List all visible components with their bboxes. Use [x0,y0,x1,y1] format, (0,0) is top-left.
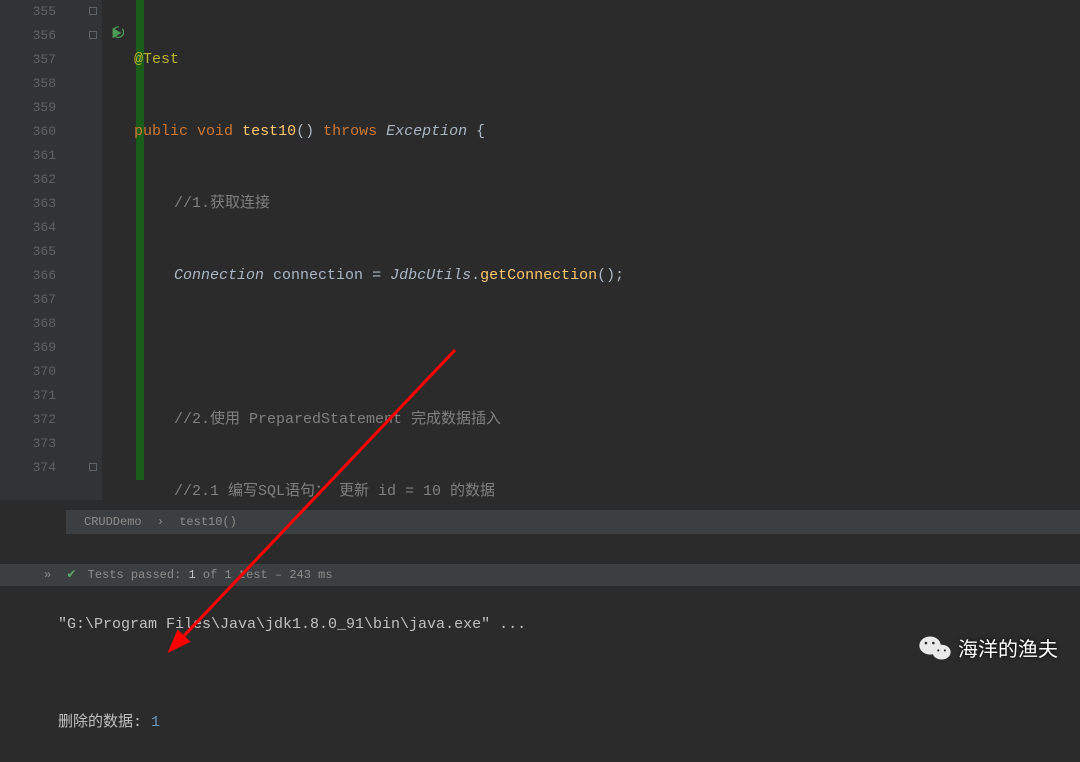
dash: – [275,568,282,582]
annotation: @Test [134,51,179,68]
line-number: 374 [0,456,56,480]
watermark: 海洋的渔夫 [918,633,1058,662]
line-number: 367 [0,288,56,312]
line-number: 363 [0,192,56,216]
type: Connection [174,267,264,284]
comment: //1.获取连接 [174,195,270,212]
class-ref: JdbcUtils [390,267,471,284]
keyword: public [134,123,188,140]
tests-time: 243 ms [289,568,332,582]
line-number: 356 [0,24,56,48]
line-number: 364 [0,216,56,240]
line-number: 359 [0,96,56,120]
code-area[interactable]: @Test public void test10() throws Except… [102,0,1080,500]
fold-marker[interactable] [89,31,97,39]
tests-passed-label: Tests passed: [88,568,182,582]
watermark-text: 海洋的渔夫 [958,633,1058,662]
comment: //2.使用 PreparedStatement 完成数据插入 [174,411,501,428]
test-status-bar: » ✔ Tests passed: 1 of 1 test – 243 ms [0,564,1080,586]
tests-total: of 1 test [203,568,268,582]
check-icon: ✔ [66,568,76,582]
line-number: 366 [0,264,56,288]
line-number: 365 [0,240,56,264]
variable: connection [273,267,363,284]
fold-gutter [86,0,100,500]
line-gutter: 355 356 357 358 359 360 361 362 363 364 … [0,0,66,500]
line-number: 369 [0,336,56,360]
fold-marker[interactable] [89,7,97,15]
breadcrumb-method[interactable]: test10() [179,515,237,529]
comment: //2.1 编写SQL语句： 更新 id = 10 的数据 [174,483,495,500]
method-name: test10 [242,123,296,140]
console-output-line: 删除的数据: 1 [58,710,1080,736]
breadcrumb-class[interactable]: CRUDDemo [84,515,142,529]
line-number: 357 [0,48,56,72]
line-number: 361 [0,144,56,168]
line-number: 368 [0,312,56,336]
tests-passed-count: 1 [189,568,196,582]
output-value: 1 [151,714,160,731]
line-number: 355 [0,0,56,24]
line-number: 358 [0,72,56,96]
line-number: 362 [0,168,56,192]
wechat-icon [918,634,952,662]
line-number: 370 [0,360,56,384]
line-number: 373 [0,432,56,456]
breadcrumb-separator: › [157,515,164,529]
line-number: 371 [0,384,56,408]
expand-icon[interactable]: » [44,568,51,582]
line-number: 372 [0,408,56,432]
output-label: 删除的数据: [58,714,151,731]
fold-marker[interactable] [89,463,97,471]
line-number: 360 [0,120,56,144]
keyword: throws [323,123,377,140]
type: Exception [386,123,467,140]
keyword: void [197,123,233,140]
breadcrumb-bar[interactable]: CRUDDemo › test10() [66,510,1080,534]
method-call: getConnection [480,267,597,284]
editor-pane: 355 356 357 358 359 360 361 362 363 364 … [0,0,1080,500]
